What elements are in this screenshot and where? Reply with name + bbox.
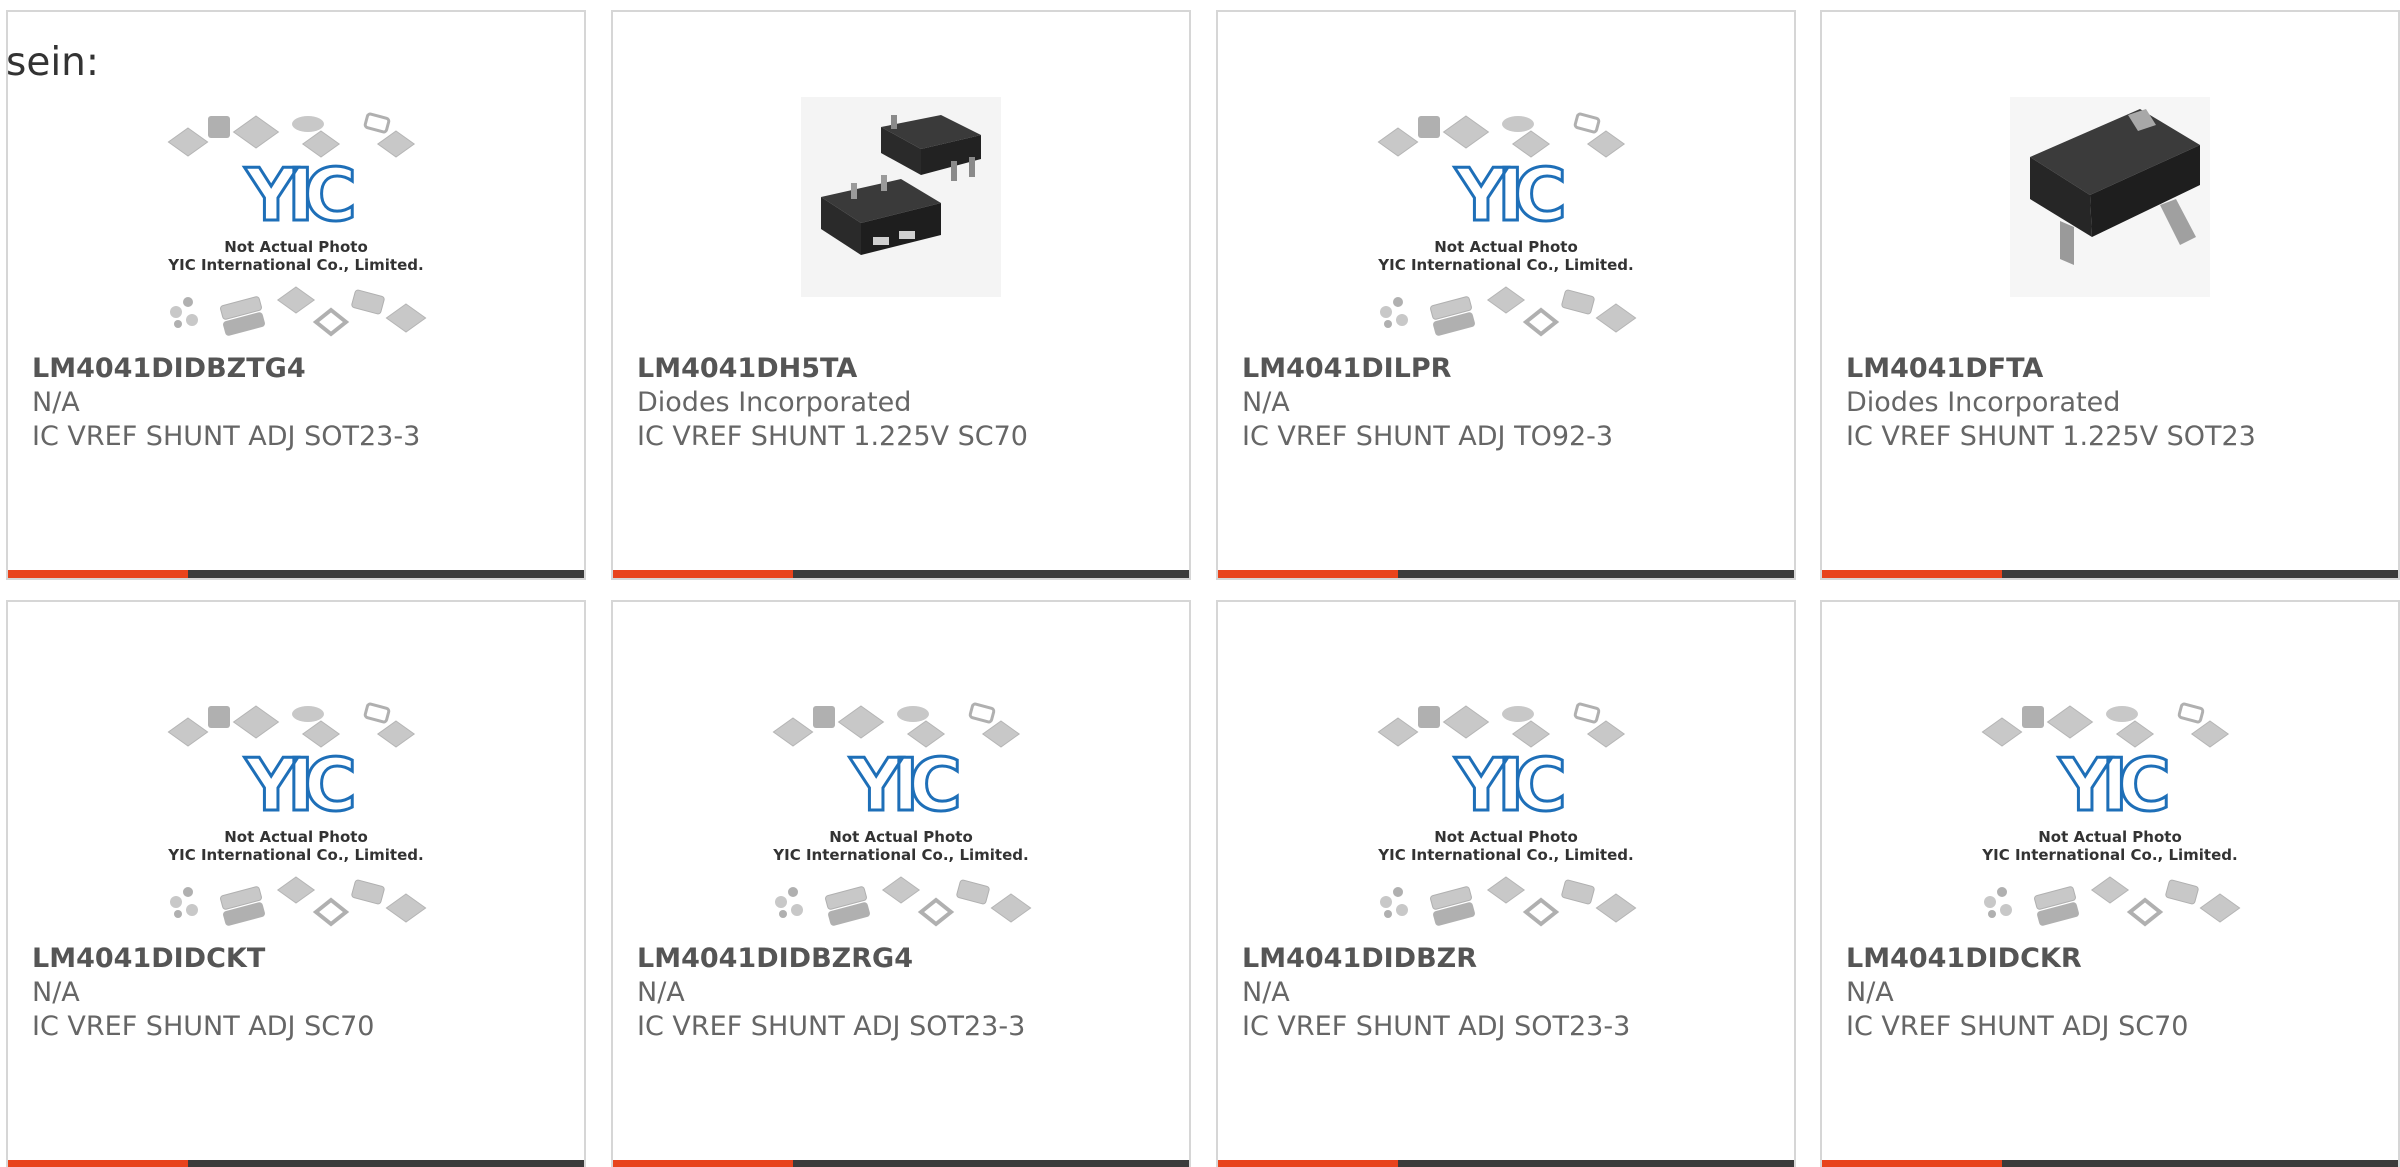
manufacturer-label: Diodes Incorporated bbox=[637, 387, 912, 418]
svg-text:YIC International Co., Limited: YIC International Co., Limited. bbox=[772, 846, 1028, 864]
product-card[interactable]: YIC Not Actual Photo YIC International Co.… bbox=[6, 10, 586, 580]
product-card[interactable]: LM4041DFTA Diodes Incorporated IC VREF S… bbox=[1820, 10, 2400, 580]
card-accent-bar bbox=[1822, 570, 2002, 578]
svg-text:YIC: YIC bbox=[1454, 743, 1563, 827]
svg-text:YIC: YIC bbox=[1454, 153, 1563, 237]
description-label: IC VREF SHUNT ADJ SOT23-3 bbox=[1242, 1011, 1631, 1042]
card-accent-bar bbox=[1822, 1160, 2002, 1167]
product-card[interactable]: YIC Not Actual Photo YIC International Co.… bbox=[6, 600, 586, 1167]
card-bottom-bar bbox=[8, 570, 584, 578]
product-image[interactable]: YIC Not Actual Photo YIC International Co.… bbox=[1822, 692, 2398, 972]
product-card[interactable]: YIC Not Actual Photo YIC International Co.… bbox=[1216, 10, 1796, 580]
manufacturer-label: N/A bbox=[1846, 977, 1894, 1008]
description-label: IC VREF SHUNT ADJ SOT23-3 bbox=[32, 421, 421, 452]
card-bottom-bar bbox=[1822, 1160, 2398, 1167]
card-accent-bar bbox=[8, 570, 188, 578]
svg-text:YIC: YIC bbox=[244, 743, 353, 827]
part-number-link[interactable]: LM4041DFTA bbox=[1846, 352, 2043, 386]
part-number-link[interactable]: LM4041DIDCKT bbox=[32, 942, 265, 976]
svg-text:Not Actual Photo: Not Actual Photo bbox=[2038, 828, 2182, 846]
card-accent-bar bbox=[1218, 570, 1398, 578]
svg-text:Not Actual Photo: Not Actual Photo bbox=[1434, 828, 1578, 846]
description-label: IC VREF SHUNT 1.225V SC70 bbox=[637, 421, 1028, 452]
card-bottom-bar bbox=[613, 570, 1189, 578]
product-card[interactable]: YIC Not Actual Photo YIC International Co.… bbox=[1216, 600, 1796, 1167]
product-card[interactable]: LM4041DH5TA Diodes Incorporated IC VREF … bbox=[611, 10, 1191, 580]
part-number-link[interactable]: LM4041DIDBZRG4 bbox=[637, 942, 913, 976]
part-number-link[interactable]: LM4041DILPR bbox=[1242, 352, 1451, 386]
card-accent-bar bbox=[1218, 1160, 1398, 1167]
svg-text:YIC International Co., Limited: YIC International Co., Limited. bbox=[1981, 846, 2237, 864]
part-number-link[interactable]: LM4041DIDCKR bbox=[1846, 942, 2082, 976]
manufacturer-label: N/A bbox=[32, 387, 80, 418]
description-label: IC VREF SHUNT ADJ TO92-3 bbox=[1242, 421, 1614, 452]
card-bottom-bar bbox=[1822, 570, 2398, 578]
manufacturer-label: N/A bbox=[1242, 977, 1290, 1008]
product-image[interactable] bbox=[1822, 87, 2398, 367]
svg-text:Not Actual Photo: Not Actual Photo bbox=[224, 238, 368, 256]
svg-text:YIC International Co., Limited: YIC International Co., Limited. bbox=[1377, 256, 1633, 274]
svg-text:YIC: YIC bbox=[2058, 743, 2167, 827]
card-accent-bar bbox=[613, 570, 793, 578]
svg-text:YIC International Co., Limited: YIC International Co., Limited. bbox=[167, 846, 423, 864]
svg-text:YIC: YIC bbox=[849, 743, 958, 827]
svg-text:YIC International Co., Limited: YIC International Co., Limited. bbox=[1377, 846, 1633, 864]
card-bottom-bar bbox=[1218, 570, 1794, 578]
intro-text: sein: bbox=[6, 40, 100, 85]
svg-text:Not Actual Photo: Not Actual Photo bbox=[1434, 238, 1578, 256]
product-image[interactable]: YIC Not Actual Photo YIC International Co.… bbox=[613, 692, 1189, 972]
svg-text:Not Actual Photo: Not Actual Photo bbox=[224, 828, 368, 846]
product-card[interactable]: YIC Not Actual Photo YIC International Co.… bbox=[1820, 600, 2400, 1167]
part-number-link[interactable]: LM4041DIDBZTG4 bbox=[32, 352, 306, 386]
card-bottom-bar bbox=[613, 1160, 1189, 1167]
product-image[interactable] bbox=[613, 87, 1189, 367]
manufacturer-label: N/A bbox=[1242, 387, 1290, 418]
description-label: IC VREF SHUNT ADJ SC70 bbox=[1846, 1011, 2189, 1042]
product-card[interactable]: YIC Not Actual Photo YIC International Co.… bbox=[611, 600, 1191, 1167]
manufacturer-label: N/A bbox=[637, 977, 685, 1008]
svg-text:Not Actual Photo: Not Actual Photo bbox=[829, 828, 973, 846]
card-accent-bar bbox=[8, 1160, 188, 1167]
product-image[interactable]: YIC Not Actual Photo YIC International Co.… bbox=[8, 692, 584, 972]
card-accent-bar bbox=[613, 1160, 793, 1167]
part-number-link[interactable]: LM4041DH5TA bbox=[637, 352, 857, 386]
product-image[interactable]: YIC Not Actual Photo YIC International Co.… bbox=[8, 102, 584, 382]
description-label: IC VREF SHUNT 1.225V SOT23 bbox=[1846, 421, 2256, 452]
description-label: IC VREF SHUNT ADJ SC70 bbox=[32, 1011, 375, 1042]
svg-text:YIC: YIC bbox=[244, 153, 353, 237]
card-bottom-bar bbox=[1218, 1160, 1794, 1167]
svg-text:YIC International Co., Limited: YIC International Co., Limited. bbox=[167, 256, 423, 274]
manufacturer-label: N/A bbox=[32, 977, 80, 1008]
card-bottom-bar bbox=[8, 1160, 584, 1167]
part-number-link[interactable]: LM4041DIDBZR bbox=[1242, 942, 1477, 976]
product-image[interactable]: YIC Not Actual Photo YIC International Co.… bbox=[1218, 692, 1794, 972]
product-image[interactable]: YIC Not Actual Photo YIC International Co.… bbox=[1218, 102, 1794, 382]
manufacturer-label: Diodes Incorporated bbox=[1846, 387, 2121, 418]
product-grid-page: sein: YIC Not Actual Photo YIC Internation… bbox=[0, 0, 2400, 1167]
description-label: IC VREF SHUNT ADJ SOT23-3 bbox=[637, 1011, 1026, 1042]
